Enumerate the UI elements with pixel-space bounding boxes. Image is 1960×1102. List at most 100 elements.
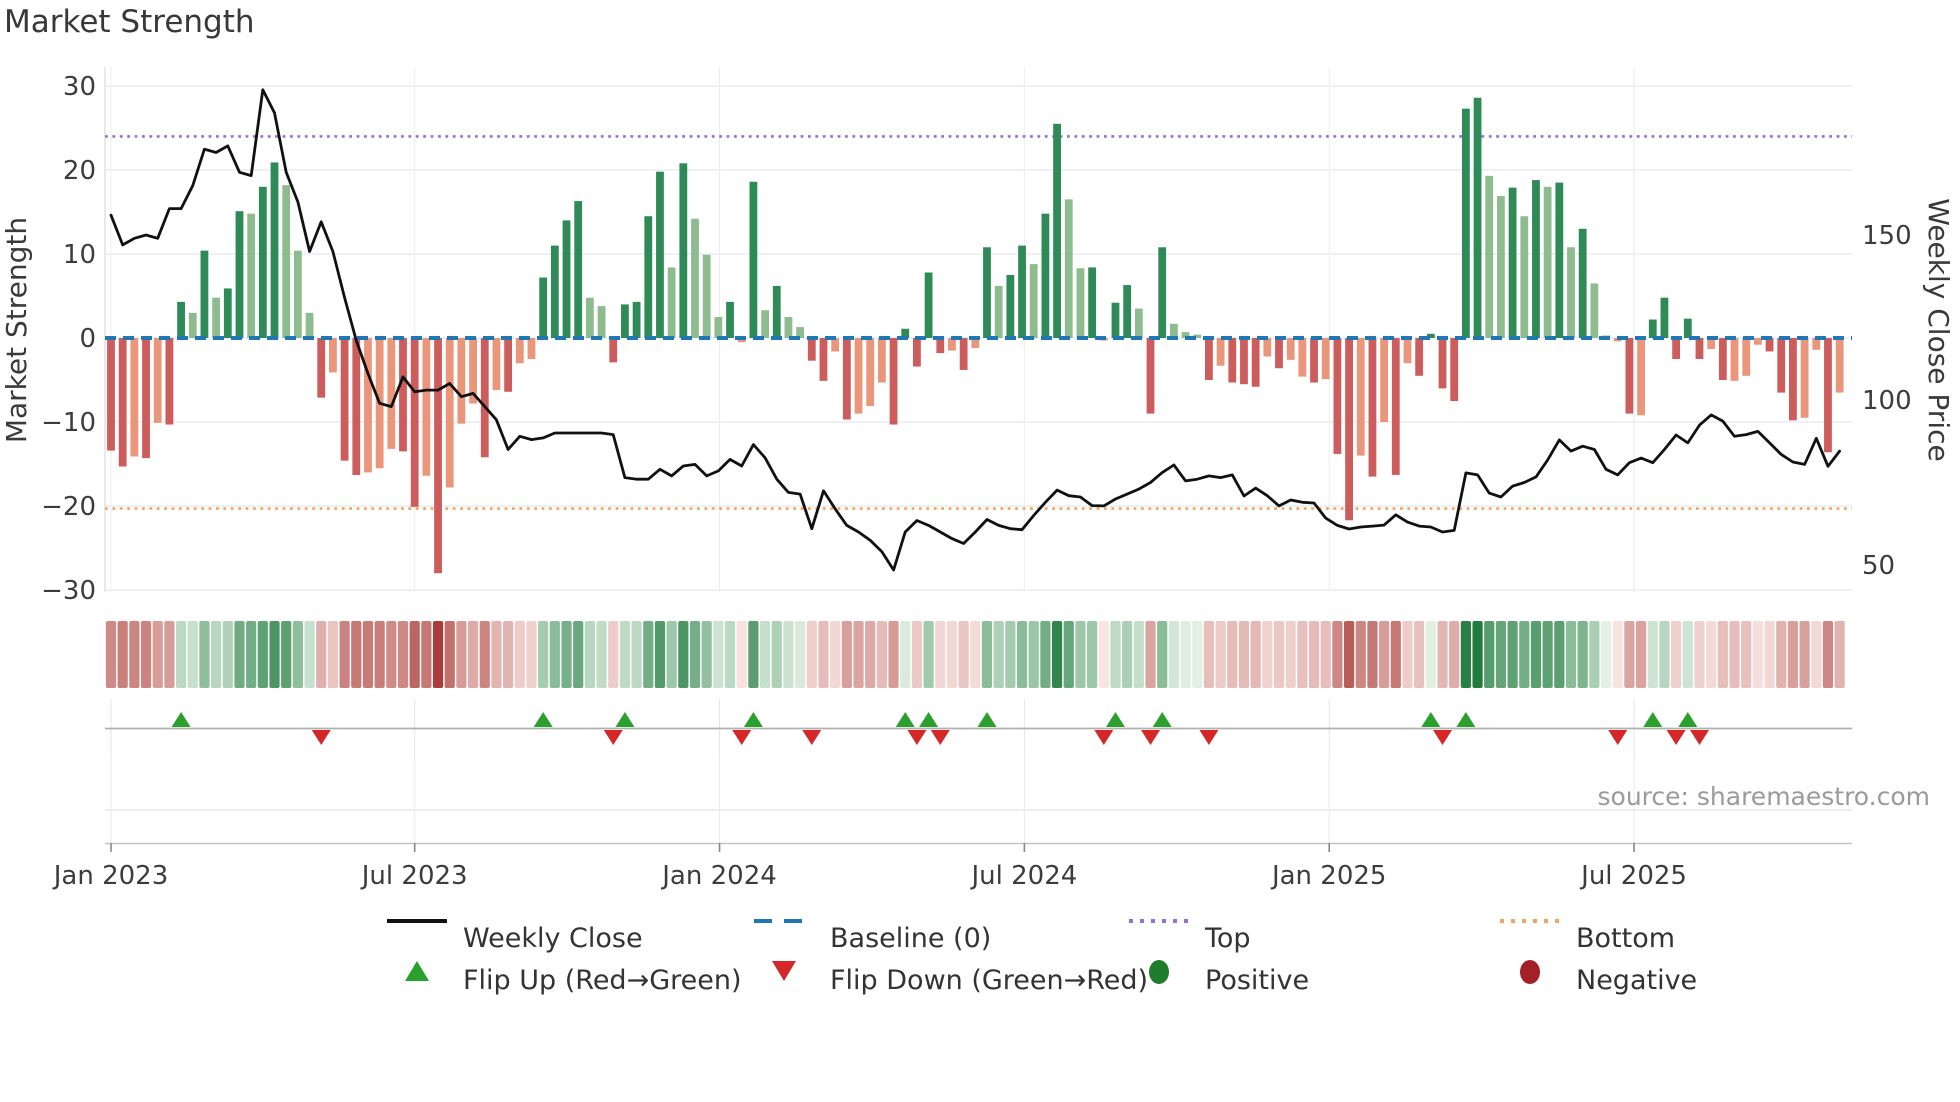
heat-cell	[1624, 621, 1635, 688]
heat-cell	[1227, 621, 1238, 688]
heat-cell	[1484, 621, 1495, 688]
strength-bar	[574, 201, 583, 338]
flip-down-marker	[1689, 730, 1709, 745]
strength-bar	[1415, 338, 1424, 376]
strength-bar	[597, 306, 606, 338]
heat-cell	[444, 621, 455, 688]
strength-bar	[1461, 108, 1470, 339]
strength-bar	[1625, 338, 1634, 414]
strength-bar	[1555, 182, 1564, 338]
strength-bar	[399, 338, 407, 452]
heat-cell	[386, 621, 397, 688]
x-tick-label: Jan 2023	[52, 861, 169, 891]
left-tick-label: 0	[79, 324, 96, 354]
heat-cell	[911, 621, 923, 688]
strength-bar	[1473, 97, 1482, 338]
strength-bar	[842, 338, 851, 420]
heat-cell	[1425, 621, 1436, 688]
left-tick-label: 20	[63, 156, 96, 186]
strength-bar	[188, 312, 197, 338]
strength-bar	[1497, 196, 1505, 338]
heat-cell	[1343, 621, 1355, 688]
strength-bar	[854, 338, 863, 414]
heat-cell	[631, 621, 642, 688]
strength-bar	[1321, 338, 1330, 380]
right-tick-label: 100	[1862, 386, 1912, 416]
strength-bar	[691, 218, 699, 338]
strength-bar	[1543, 186, 1552, 338]
heat-cell	[1063, 621, 1074, 688]
strength-bar	[1450, 338, 1459, 401]
heat-cell	[900, 621, 911, 688]
heat-cell	[538, 621, 549, 688]
strength-bar	[1146, 338, 1155, 414]
x-tick-label: Jul 2024	[969, 861, 1077, 891]
strength-bar	[118, 338, 127, 467]
flip-down-marker	[1608, 730, 1628, 745]
heat-cell	[1647, 621, 1658, 688]
flip-down-marker	[1433, 730, 1453, 745]
flip-up-marker	[1456, 712, 1476, 727]
heat-cell	[1530, 621, 1542, 688]
heat-cell	[1495, 621, 1507, 688]
strength-bar	[515, 338, 524, 364]
flip-down-marker	[1141, 730, 1161, 745]
strength-bar	[1403, 338, 1412, 364]
heat-cell	[1741, 621, 1752, 688]
strength-bar	[994, 285, 1003, 338]
legend-row-1: Weekly Close Baseline (0) Top Bottom	[0, 916, 1960, 960]
strength-bar	[1134, 308, 1143, 338]
heat-cell	[1554, 621, 1565, 688]
strength-bar	[656, 171, 664, 338]
heat-cell	[689, 621, 701, 688]
heat-cell	[1098, 621, 1109, 688]
flip-up-marker	[977, 712, 997, 727]
market-strength-chart: Market Strength Market Strength Weekly C…	[0, 0, 1960, 1102]
heat-cell	[1612, 621, 1623, 688]
heat-cell	[1390, 621, 1401, 688]
heat-cell	[1016, 621, 1028, 688]
strength-bar	[177, 301, 185, 338]
strength-bar	[1310, 338, 1318, 383]
heat-cell	[514, 621, 525, 688]
strength-bar	[1006, 275, 1015, 338]
heat-cell	[1122, 621, 1133, 688]
strength-bar	[1169, 323, 1178, 338]
heat-cell	[234, 621, 245, 688]
x-tick-label: Jul 2023	[360, 861, 468, 891]
heat-cell	[1297, 621, 1308, 688]
strength-bar	[434, 338, 442, 574]
heat-cell	[327, 621, 339, 688]
heat-cell	[678, 621, 689, 688]
strength-bar	[235, 211, 244, 338]
heat-cell	[549, 621, 560, 688]
strength-bar	[1777, 338, 1786, 393]
heat-cell	[421, 621, 432, 688]
flip-down-marker	[1666, 730, 1686, 745]
strength-bar	[329, 338, 337, 373]
heat-cell	[1577, 621, 1588, 688]
strength-bar	[1578, 228, 1587, 338]
strength-bar	[1660, 297, 1669, 338]
left-tick-label: 10	[63, 240, 96, 270]
strength-bar	[282, 185, 291, 338]
strength-bar	[1742, 338, 1751, 376]
heat-cell	[1507, 621, 1518, 688]
strength-bar	[1205, 338, 1213, 380]
strength-bar	[1683, 318, 1692, 338]
left-tick-label: −20	[41, 492, 96, 522]
strength-bar	[352, 338, 361, 475]
strength-bar	[1275, 338, 1283, 369]
heat-cell	[1565, 621, 1577, 688]
strength-bar	[1637, 338, 1645, 416]
legend-negative: Negative	[1498, 958, 1697, 1002]
strength-bar	[632, 301, 641, 338]
heat-cell	[619, 621, 631, 688]
heat-cell	[1320, 621, 1331, 688]
strength-bar	[1391, 338, 1400, 475]
heat-cell	[608, 621, 619, 688]
strength-bar	[1368, 338, 1377, 477]
strength-bar	[959, 338, 968, 370]
strength-bar	[1718, 338, 1727, 380]
legend-bottom: Bottom	[1500, 919, 1676, 954]
